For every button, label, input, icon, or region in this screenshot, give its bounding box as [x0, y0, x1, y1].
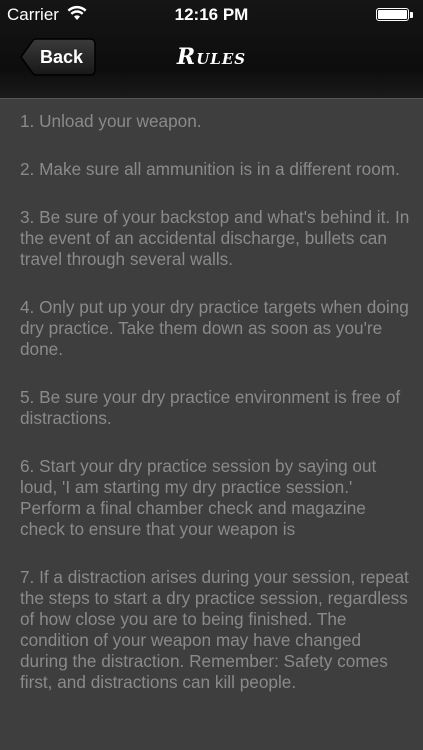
rule-item: 3. Be sure of your backstop and what's b…	[20, 207, 410, 269]
rules-screen: Carrier 12:16 PM Back Rules 1. Unload yo…	[0, 0, 423, 750]
top-bar: Carrier 12:16 PM Back Rules	[0, 0, 423, 99]
rule-item: 6. Start your dry practice session by sa…	[20, 456, 377, 539]
battery-tip-icon	[410, 12, 413, 18]
status-bar: Carrier 12:16 PM	[0, 0, 423, 30]
rule-item: 4. Only put up your dry practice targets…	[20, 297, 409, 359]
navigation-bar: Back Rules	[0, 30, 423, 96]
battery-icon	[376, 8, 409, 21]
status-time: 12:16 PM	[174, 5, 249, 24]
rule-item: 2. Make sure all ammunition is in a diff…	[20, 159, 400, 179]
rule-item: 1. Unload your weapon.	[20, 111, 202, 131]
rule-item: 7. If a distraction arises during your s…	[20, 567, 409, 692]
page-title: Rules	[176, 44, 247, 70]
rule-item: 5. Be sure your dry practice environment…	[20, 387, 401, 428]
rules-list: 1. Unload your weapon. 2. Make sure all …	[20, 111, 410, 720]
